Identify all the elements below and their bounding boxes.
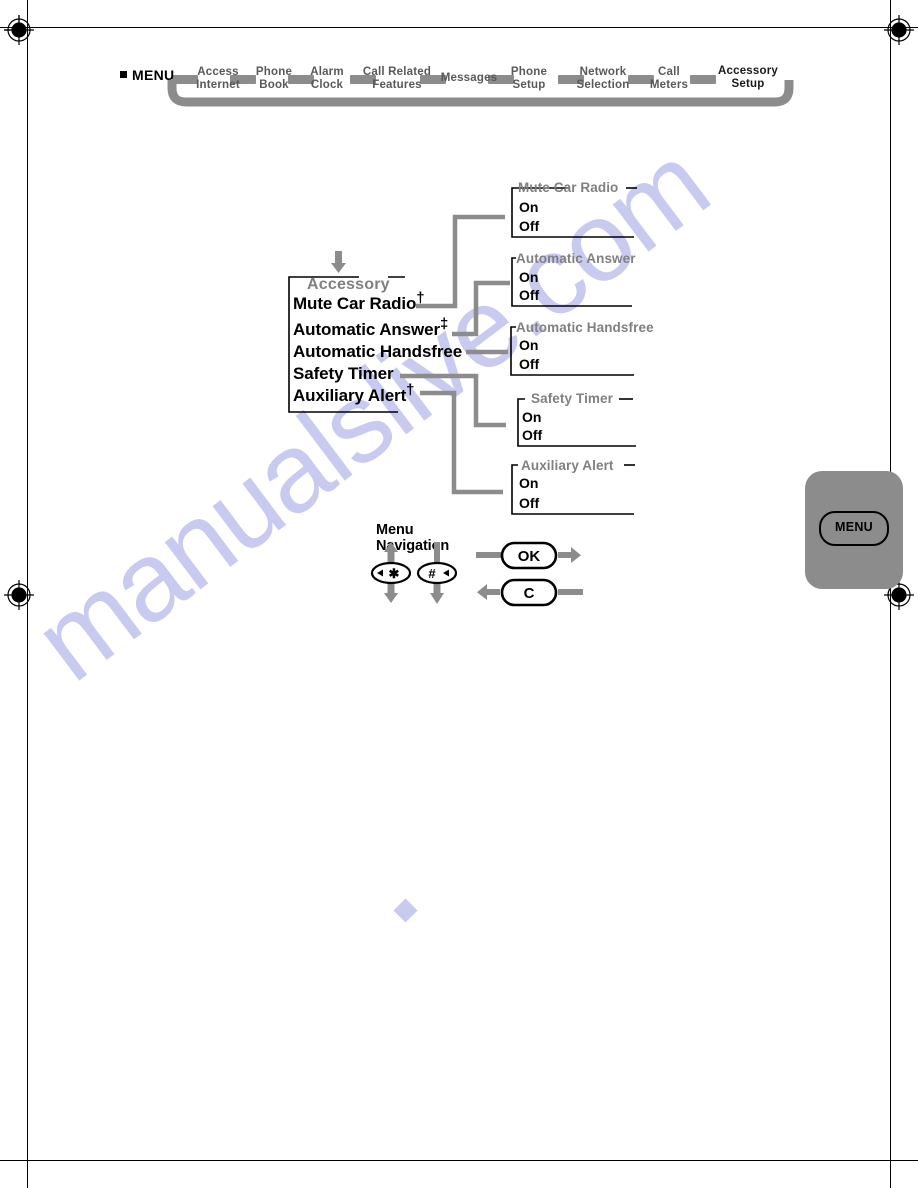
svg-text:#: #: [428, 566, 436, 581]
side-tab-menu-label: MENU: [834, 520, 873, 534]
submenu-title-auxiliary-alert: Auxiliary Alert: [521, 458, 614, 473]
hash-key-icon: #: [416, 561, 458, 585]
tree-item-automatic-handsfree-label: Automatic Handsfree: [293, 342, 463, 361]
tree-item-safety-timer-label: Safety Timer: [293, 364, 394, 383]
footnote-marker-dagger: †: [416, 289, 425, 307]
svg-text:✱: ✱: [389, 566, 400, 581]
submenu-option-safety-timer-off[interactable]: Off: [522, 427, 542, 443]
submenu-option-mute-car-radio-on[interactable]: On: [519, 199, 538, 215]
submenu-title-mute-car-radio: Mute Car Radio: [518, 180, 619, 195]
crop-rule-bottom: [0, 1160, 918, 1161]
star-key-icon: ✱: [370, 561, 412, 585]
submenu-option-auxiliary-alert-on[interactable]: On: [519, 475, 538, 491]
up-arrow-icon-right: [434, 542, 440, 562]
submenu-title-automatic-handsfree: Automatic Handsfree: [516, 320, 654, 335]
down-arrow-icon-left: [384, 583, 398, 603]
ok-left-dash: [476, 552, 501, 558]
footnote-marker-dagger-2: †: [406, 381, 415, 399]
side-tab-menu[interactable]: MENU: [805, 471, 903, 589]
tree-item-auxiliary-alert[interactable]: Auxiliary Alert†: [293, 382, 414, 406]
submenu-option-automatic-handsfree-off[interactable]: Off: [519, 356, 539, 372]
watermark-dot: [393, 898, 418, 923]
submenu-option-automatic-handsfree-on[interactable]: On: [519, 337, 538, 353]
submenu-option-mute-car-radio-off[interactable]: Off: [519, 218, 539, 234]
svg-text:OK: OK: [518, 548, 541, 565]
footnote-marker-double-dagger: ‡: [440, 315, 449, 333]
submenu-option-safety-timer-on[interactable]: On: [522, 409, 541, 425]
clear-key-icon: C: [500, 578, 558, 607]
tree-item-mute-car-radio[interactable]: Mute Car Radio†: [293, 290, 425, 314]
right-arrow-icon: [558, 547, 581, 563]
tree-item-automatic-answer[interactable]: Automatic Answer‡: [293, 316, 448, 340]
up-arrow-icon: [384, 542, 398, 562]
tree-item-mute-car-radio-label: Mute Car Radio: [293, 294, 417, 313]
down-arrow-icon-right: [430, 583, 444, 604]
side-tab-menu-pill[interactable]: MENU: [819, 511, 889, 546]
tree-group-title-accessory: Accessory: [307, 276, 390, 293]
navigation-keys-diagram: ✱ # OK C: [370, 541, 583, 607]
tree-item-safety-timer[interactable]: Safety Timer: [293, 364, 394, 384]
ok-key-icon: OK: [500, 541, 558, 570]
tree-item-automatic-handsfree[interactable]: Automatic Handsfree: [293, 342, 462, 362]
submenu-option-automatic-answer-off[interactable]: Off: [519, 287, 539, 303]
submenu-option-auxiliary-alert-off[interactable]: Off: [519, 495, 539, 511]
tree-item-auxiliary-alert-label: Auxiliary Alert: [293, 386, 407, 405]
submenu-title-safety-timer: Safety Timer: [531, 391, 613, 406]
submenu-option-automatic-answer-on[interactable]: On: [519, 269, 538, 285]
down-arrow-icon: [331, 251, 346, 273]
svg-text:C: C: [524, 585, 535, 602]
left-arrow-icon: [477, 584, 500, 600]
clear-right-dash: [558, 589, 583, 595]
submenu-title-automatic-answer: Automatic Answer: [516, 251, 636, 266]
tree-item-automatic-answer-label: Automatic Answer: [293, 320, 441, 339]
